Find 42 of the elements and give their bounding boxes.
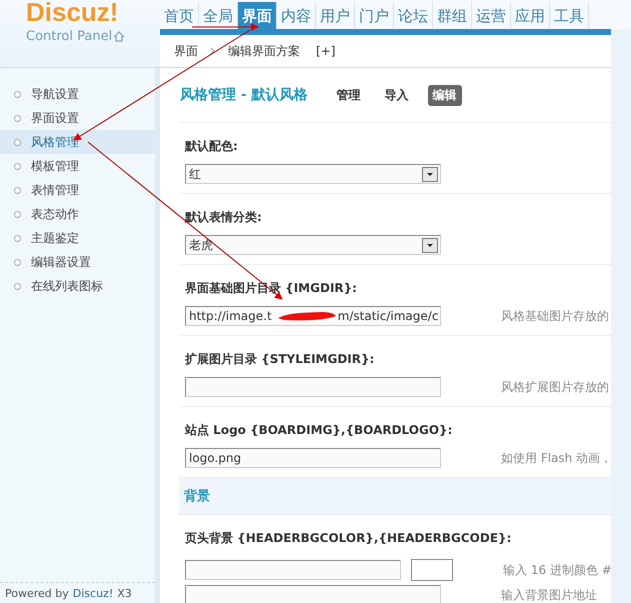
input-field[interactable] — [185, 560, 401, 580]
field-hint: 输入 16 进制颜色 # — [503, 562, 612, 578]
input-field[interactable]: logo.png — [185, 448, 441, 468]
home-icon[interactable] — [113, 31, 126, 42]
section-heading: 背景 — [184, 488, 210, 505]
field-label: 界面基础图片目录 {IMGDIR}: — [185, 280, 357, 297]
field-hint: 风格基础图片存放的 — [501, 308, 609, 324]
input-field[interactable] — [185, 585, 441, 603]
field-hint: 输入背景图片地址 — [501, 586, 597, 603]
field-hint: 风格扩展图片存放的 — [501, 378, 609, 396]
footer-link[interactable]: Discuz! — [72, 587, 114, 600]
page-title: 风格管理 - 默认风格 — [180, 86, 308, 104]
color-swatch[interactable] — [411, 559, 453, 581]
sidebar-item[interactable]: 在线列表图标 — [0, 274, 155, 298]
field-label: 默认表情分类: — [185, 209, 262, 226]
footer-text: Powered by — [5, 587, 69, 600]
field-label: 页头背景 {HEADERBGCOLOR},{HEADERBGCODE}: — [185, 530, 512, 547]
field-hint: 如使用 Flash 动画， — [501, 450, 612, 466]
dropdown[interactable]: 老虎 — [185, 235, 441, 255]
sidebar-item[interactable]: 表态动作 — [0, 202, 155, 226]
page-tab[interactable]: 管理 — [332, 84, 366, 106]
sidebar-item[interactable]: 编辑器设置 — [0, 250, 155, 274]
breadcrumb-separator-icon — [210, 47, 216, 55]
field-label: 站点 Logo {BOARDIMG},{BOARDLOGO}: — [185, 422, 452, 439]
footer-version: X3 — [117, 587, 132, 600]
sidebar-item[interactable]: 界面设置 — [0, 106, 155, 130]
nav-tab[interactable]: 界面 — [238, 2, 277, 29]
logo-subtitle: Control Panel — [26, 29, 112, 44]
dropdown[interactable]: 红 — [185, 164, 441, 184]
breadcrumb-item[interactable]: 编辑界面方案 — [228, 42, 300, 60]
field-label: 扩展图片目录 {STYLEIMGDIR}: — [185, 351, 374, 368]
input-field[interactable] — [185, 377, 441, 397]
input-field[interactable]: http://image.t m/static/image/c — [185, 306, 441, 326]
add-link[interactable]: [+] — [316, 44, 336, 58]
page-tab[interactable]: 编辑 — [428, 84, 462, 106]
sidebar-item[interactable]: 主题鉴定 — [0, 226, 155, 250]
breadcrumb-item[interactable]: 界面 — [174, 42, 198, 60]
sidebar-item[interactable]: 表情管理 — [0, 178, 155, 202]
sidebar-item[interactable]: 导航设置 — [0, 82, 155, 106]
field-label: 默认配色: — [185, 138, 238, 155]
page-tab[interactable]: 导入 — [380, 84, 414, 106]
sidebar-item[interactable]: 模板管理 — [0, 154, 155, 178]
